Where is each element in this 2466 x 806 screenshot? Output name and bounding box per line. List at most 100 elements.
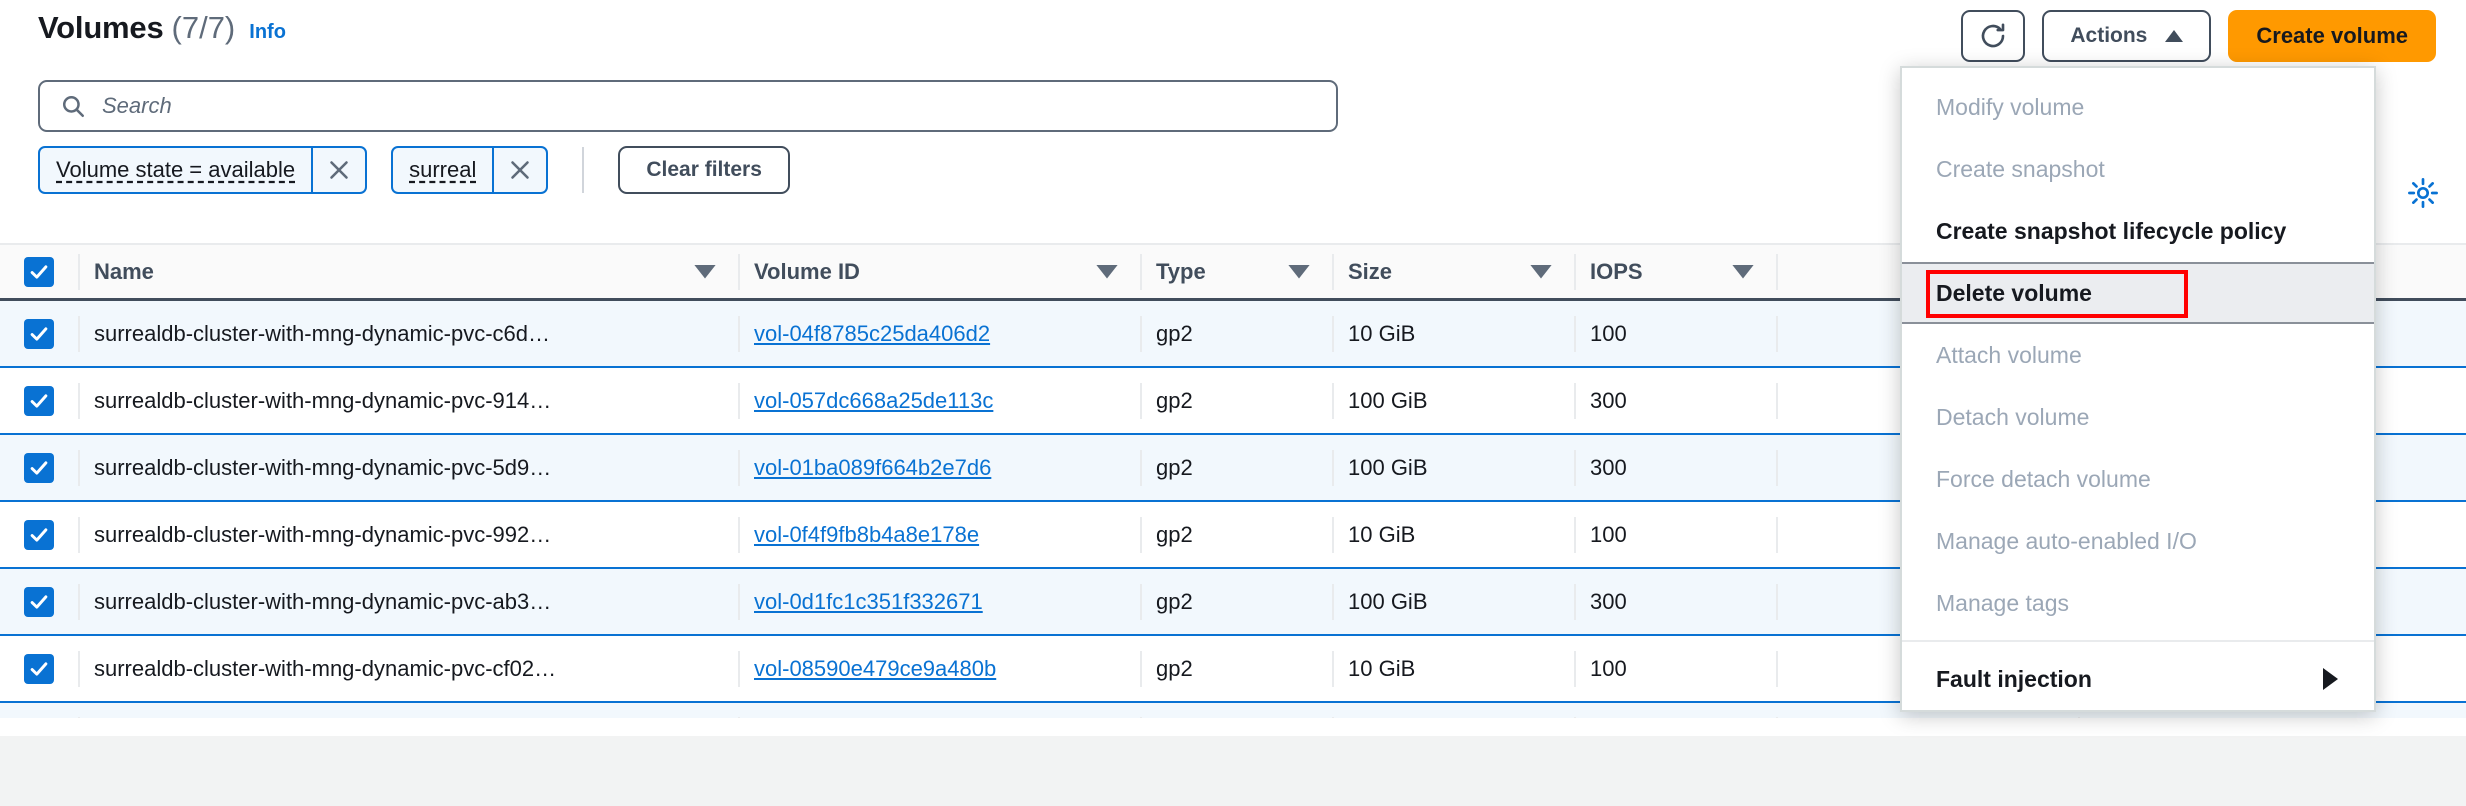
check-icon <box>28 524 50 546</box>
column-header-label: Name <box>94 259 154 285</box>
filter-chip-label: Volume state = available <box>40 148 311 192</box>
menu-item-fault-injection[interactable]: Fault injection <box>1902 648 2374 710</box>
row-checkbox[interactable] <box>24 453 54 483</box>
row-select-cell <box>0 502 78 567</box>
menu-item-manage-auto-enabled-i-o: Manage auto-enabled I/O <box>1902 510 2374 572</box>
menu-item-manage-tags: Manage tags <box>1902 572 2374 634</box>
cell-size: 10 GiB <box>1334 301 1574 366</box>
filter-chip-remove-button[interactable] <box>492 148 546 192</box>
row-select-cell <box>0 368 78 433</box>
menu-item-create-snapshot-lifecycle-policy[interactable]: Create snapshot lifecycle policy <box>1902 200 2374 262</box>
menu-item-label: Detach volume <box>1936 404 2089 431</box>
cell-iops: 300 <box>1576 368 1776 433</box>
clear-filters-button[interactable]: Clear filters <box>618 146 790 194</box>
column-header-label: Type <box>1156 259 1206 285</box>
menu-item-label: Force detach volume <box>1936 466 2151 493</box>
row-checkbox[interactable] <box>24 520 54 550</box>
cell-iops: 100 <box>1576 301 1776 366</box>
menu-item-label: Manage tags <box>1936 590 2069 617</box>
sort-descending-icon[interactable] <box>1288 265 1310 279</box>
cell-type: gp2 <box>1142 569 1332 634</box>
volume-id-link[interactable]: vol-01ba089f664b2e7d6 <box>754 455 991 481</box>
cell-name: surrealdb-cluster-with-mng-dynamic-pvc-5… <box>80 435 738 500</box>
refresh-icon <box>1978 21 2008 51</box>
actions-button[interactable]: Actions <box>2042 10 2211 62</box>
filter-chip-volume-state[interactable]: Volume state = available <box>38 146 367 194</box>
volume-id-link[interactable]: vol-04f8785c25da406d2 <box>754 321 990 347</box>
cell-name: surrealdb-cluster-with-mng-dynamic-pvc-c… <box>80 636 738 701</box>
cell-name: surrealdb-cluster-with-mng-dynamic-pvc-9… <box>80 502 738 567</box>
check-icon <box>28 658 50 680</box>
chevron-right-icon <box>2323 668 2338 690</box>
cell-volume-id: vol-08590e479ce9a480b <box>740 636 1140 701</box>
column-header-name[interactable]: Name <box>80 245 738 298</box>
actions-button-label: Actions <box>2070 24 2147 48</box>
row-select-cell <box>0 301 78 366</box>
menu-item-label: Delete volume <box>1936 280 2092 307</box>
menu-item-label: Create snapshot lifecycle policy <box>1936 218 2286 245</box>
volume-id-link[interactable]: vol-08590e479ce9a480b <box>754 656 996 682</box>
cell-volume-id: vol-0f4f9fb8b4a8e178e <box>740 502 1140 567</box>
volume-id-link[interactable]: vol-0f4f9fb8b4a8e178e <box>754 522 979 548</box>
caret-up-icon <box>2165 30 2183 42</box>
close-icon <box>327 158 351 182</box>
create-volume-button[interactable]: Create volume <box>2228 10 2436 62</box>
menu-separator <box>1902 640 2374 642</box>
footer-background <box>0 736 2466 806</box>
row-checkbox[interactable] <box>24 587 54 617</box>
table-footer <box>0 718 2466 806</box>
row-checkbox[interactable] <box>24 319 54 349</box>
actions-dropdown-menu[interactable]: Modify volume Create snapshot Create snaps… <box>1900 66 2376 712</box>
cell-type: gp2 <box>1142 435 1332 500</box>
sort-descending-icon[interactable] <box>1732 265 1754 279</box>
select-all-checkbox[interactable] <box>24 257 54 287</box>
menu-item-force-detach-volume: Force detach volume <box>1902 448 2374 510</box>
cell-size: 10 GiB <box>1334 636 1574 701</box>
column-header-volume-id[interactable]: Volume ID <box>740 245 1140 298</box>
menu-item-label: Manage auto-enabled I/O <box>1936 528 2197 555</box>
cell-size: 10 GiB <box>1334 502 1574 567</box>
cell-iops: 100 <box>1576 636 1776 701</box>
search-field[interactable] <box>38 80 1338 132</box>
filter-row: Volume state = available surreal Clear f… <box>38 146 790 194</box>
filter-chip-remove-button[interactable] <box>311 148 365 192</box>
menu-item-detach-volume: Detach volume <box>1902 386 2374 448</box>
sort-descending-icon[interactable] <box>694 265 716 279</box>
row-checkbox[interactable] <box>24 654 54 684</box>
refresh-button[interactable] <box>1961 10 2025 62</box>
volume-id-link[interactable]: vol-0d1fc1c351f332671 <box>754 589 983 615</box>
menu-item-label: Attach volume <box>1936 342 2082 369</box>
info-link[interactable]: Info <box>249 21 286 44</box>
menu-item-label: Modify volume <box>1936 94 2084 121</box>
cell-name: surrealdb-cluster-with-mng-dynamic-pvc-c… <box>80 301 738 366</box>
filter-chip-text[interactable]: surreal <box>391 146 548 194</box>
table-preferences-button[interactable] <box>2406 176 2440 210</box>
cell-type: gp2 <box>1142 368 1332 433</box>
filter-chip-label: surreal <box>393 148 492 192</box>
column-header-size[interactable]: Size <box>1334 245 1574 298</box>
menu-item-create-snapshot: Create snapshot <box>1902 138 2374 200</box>
gear-icon <box>2406 176 2440 210</box>
row-select-cell <box>0 636 78 701</box>
cell-volume-id: vol-01ba089f664b2e7d6 <box>740 435 1140 500</box>
sort-descending-icon[interactable] <box>1096 265 1118 279</box>
cell-name: surrealdb-cluster-with-mng-dynamic-pvc-9… <box>80 368 738 433</box>
menu-item-delete-volume[interactable]: Delete volume <box>1902 262 2374 324</box>
check-icon <box>28 323 50 345</box>
search-input[interactable] <box>102 93 1316 119</box>
footer-strip <box>0 718 2466 736</box>
menu-item-attach-volume: Attach volume <box>1902 324 2374 386</box>
cell-size: 100 GiB <box>1334 569 1574 634</box>
close-icon <box>508 158 532 182</box>
cell-size: 100 GiB <box>1334 368 1574 433</box>
check-icon <box>28 591 50 613</box>
page-header: Volumes (7/7) Info Actions Create volume <box>0 0 2466 74</box>
search-icon <box>60 93 86 119</box>
row-checkbox[interactable] <box>24 386 54 416</box>
page-title: Volumes <box>38 10 164 46</box>
sort-descending-icon[interactable] <box>1530 265 1552 279</box>
column-header-iops[interactable]: IOPS <box>1576 245 1776 298</box>
volume-id-link[interactable]: vol-057dc668a25de113c <box>754 388 993 414</box>
column-header-type[interactable]: Type <box>1142 245 1332 298</box>
check-icon <box>28 457 50 479</box>
